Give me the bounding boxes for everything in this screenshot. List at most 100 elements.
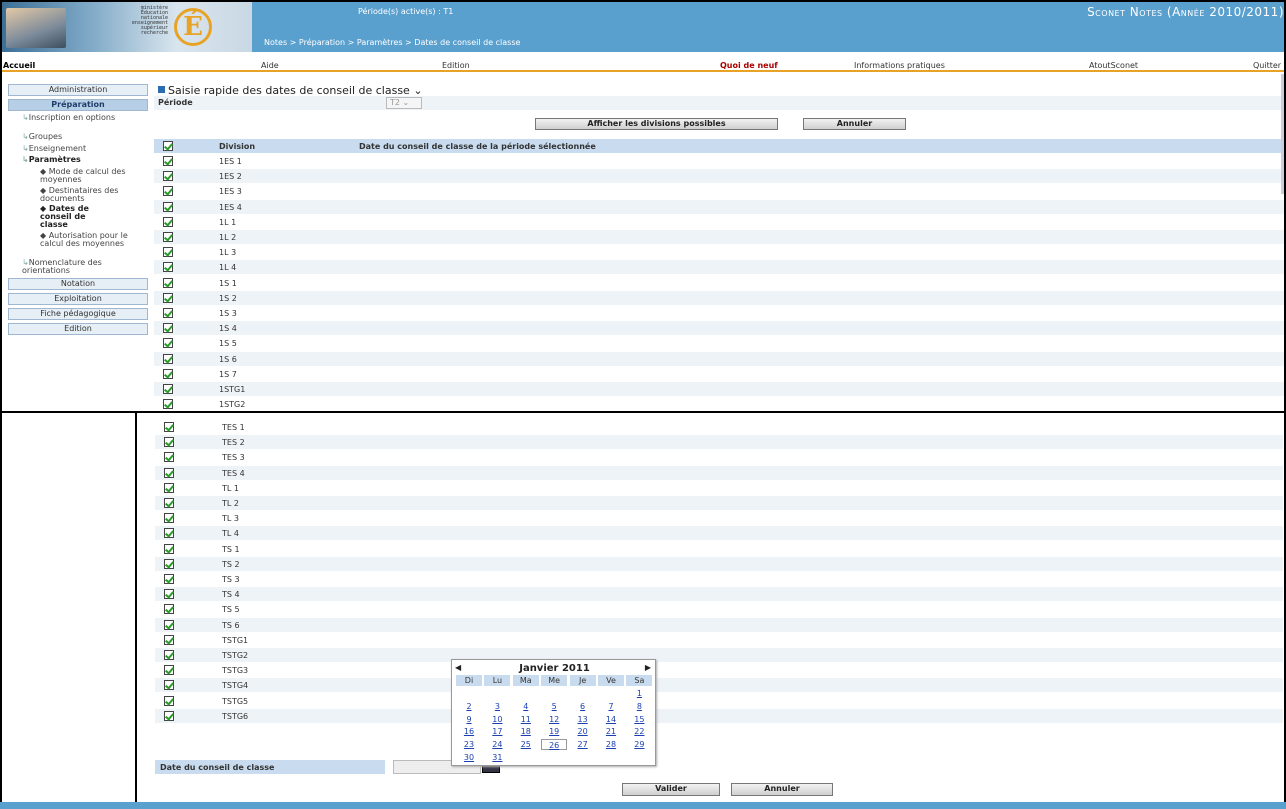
nav-notation[interactable]: Notation: [8, 278, 148, 290]
calendar-day[interactable]: 11: [513, 714, 539, 725]
menu-quitter[interactable]: Quitter: [1253, 61, 1281, 70]
calendar-day[interactable]: 1: [626, 688, 652, 699]
menu-edition[interactable]: Edition: [442, 61, 470, 70]
division-checkbox[interactable]: [164, 634, 174, 645]
division-checkbox[interactable]: [163, 399, 173, 410]
division-checkbox[interactable]: [163, 308, 173, 318]
calendar-day[interactable]: 21: [598, 726, 624, 737]
calendar-day[interactable]: 22: [626, 726, 652, 737]
calendar-day[interactable]: 26: [541, 739, 568, 751]
nav-destinataires[interactable]: ◆ Destinataires des documents: [40, 187, 140, 203]
calendar-day[interactable]: 18: [513, 726, 539, 737]
next-month-icon[interactable]: ▶: [645, 663, 651, 672]
division-checkbox[interactable]: [164, 528, 174, 539]
division-checkbox[interactable]: [163, 292, 173, 303]
nav-autorisation[interactable]: ◆ Autorisation pour le calcul des moyenn…: [40, 232, 140, 248]
division-checkbox[interactable]: [164, 498, 174, 508]
nav-administration[interactable]: Administration: [8, 84, 148, 96]
division-checkbox[interactable]: [164, 422, 174, 432]
calendar-day[interactable]: 8: [626, 701, 652, 712]
breadcrumb[interactable]: Notes > Préparation > Paramètres > Dates…: [264, 38, 520, 47]
calendar-day[interactable]: 31: [484, 752, 510, 763]
division-checkbox[interactable]: [164, 543, 174, 554]
calendar-day[interactable]: 15: [626, 714, 652, 725]
nav-dates-conseil[interactable]: ◆ Dates de conseil de classe: [40, 205, 110, 229]
nav-edition[interactable]: Edition: [8, 323, 148, 335]
division-checkbox[interactable]: [164, 619, 174, 630]
nav-preparation[interactable]: Préparation: [8, 99, 148, 111]
valider-button[interactable]: Valider: [622, 783, 720, 796]
nav-mode-calcul[interactable]: ◆ Mode de calcul des moyennes: [40, 168, 140, 184]
nav-enseignement[interactable]: ↳Enseignement: [22, 145, 86, 153]
menu-quoi-de-neuf[interactable]: Quoi de neuf: [720, 61, 778, 70]
division-checkbox[interactable]: [163, 171, 173, 182]
division-checkbox[interactable]: [164, 558, 174, 569]
division-checkbox[interactable]: [164, 437, 174, 448]
calendar-day[interactable]: 30: [456, 752, 482, 763]
division-checkbox[interactable]: [163, 247, 173, 258]
division-checkbox[interactable]: [163, 262, 173, 273]
nav-fiche-pedagogique[interactable]: Fiche pédagogique: [8, 308, 148, 320]
division-checkbox[interactable]: [164, 589, 174, 600]
menu-aide[interactable]: Aide: [261, 61, 279, 70]
nav-nomenclature[interactable]: ↳Nomenclature des orientations: [22, 259, 147, 275]
division-checkbox[interactable]: [163, 338, 173, 349]
calendar-day[interactable]: 13: [570, 714, 596, 725]
nav-inscription-options[interactable]: ↳Inscription en options: [22, 114, 142, 122]
calendar-day[interactable]: 4: [513, 701, 539, 712]
division-checkbox[interactable]: [164, 467, 174, 478]
division-checkbox[interactable]: [164, 452, 174, 463]
calendar-day[interactable]: 9: [456, 714, 482, 725]
calendar-day[interactable]: 14: [598, 714, 624, 725]
menu-atoutsconet[interactable]: AtoutSconet: [1089, 61, 1138, 70]
division-checkbox[interactable]: [164, 574, 174, 584]
division-checkbox[interactable]: [163, 201, 173, 212]
calendar-day[interactable]: 28: [598, 739, 624, 750]
nav-exploitation[interactable]: Exploitation: [8, 293, 148, 305]
calendar-day[interactable]: 10: [484, 714, 510, 725]
calendar-day[interactable]: 25: [513, 739, 539, 750]
division-checkbox[interactable]: [163, 232, 173, 242]
calendar-day[interactable]: 20: [570, 726, 596, 737]
division-checkbox[interactable]: [164, 513, 174, 524]
calendar-day[interactable]: 17: [484, 726, 510, 737]
division-checkbox[interactable]: [164, 604, 174, 615]
calendar-day[interactable]: 2: [456, 701, 482, 712]
nav-groupes[interactable]: ↳Groupes: [22, 133, 62, 141]
calendar-day[interactable]: 23: [456, 739, 482, 750]
nav-parametres[interactable]: ↳Paramètres: [22, 156, 81, 164]
division-checkbox[interactable]: [163, 384, 173, 394]
select-all-checkbox[interactable]: [163, 141, 173, 151]
calendar-day[interactable]: 24: [484, 739, 510, 750]
division-checkbox[interactable]: [164, 695, 174, 706]
calendar-day[interactable]: 16: [456, 726, 482, 737]
annuler-bottom-button[interactable]: Annuler: [731, 783, 833, 796]
division-checkbox[interactable]: [163, 186, 173, 197]
division-checkbox[interactable]: [164, 650, 174, 660]
afficher-divisions-button[interactable]: Afficher les divisions possibles: [535, 118, 778, 130]
division-checkbox[interactable]: [164, 482, 174, 493]
annuler-button[interactable]: Annuler: [803, 118, 906, 130]
calendar-day[interactable]: 3: [484, 701, 510, 712]
division-checkbox[interactable]: [163, 368, 173, 379]
menu-informations-pratiques[interactable]: Informations pratiques: [854, 61, 945, 70]
scrollbar[interactable]: [1281, 74, 1284, 194]
calendar-day[interactable]: 12: [541, 714, 567, 725]
table-row: [155, 663, 1283, 678]
division-checkbox[interactable]: [164, 680, 174, 691]
division-checkbox[interactable]: [164, 710, 174, 721]
calendar-day[interactable]: 29: [626, 739, 652, 750]
calendar-day[interactable]: 19: [541, 726, 567, 737]
division-checkbox[interactable]: [164, 665, 174, 676]
calendar-day[interactable]: 27: [570, 739, 596, 750]
division-checkbox[interactable]: [163, 323, 173, 334]
calendar-day[interactable]: 5: [541, 701, 567, 712]
division-checkbox[interactable]: [163, 277, 173, 288]
division-checkbox[interactable]: [163, 353, 173, 364]
division-checkbox[interactable]: [163, 216, 173, 227]
menu-accueil[interactable]: Accueil: [3, 61, 35, 70]
division-checkbox[interactable]: [163, 156, 173, 166]
period-select[interactable]: T2 ⌄: [386, 97, 422, 109]
calendar-day[interactable]: 6: [570, 701, 596, 712]
calendar-day[interactable]: 7: [598, 701, 624, 712]
